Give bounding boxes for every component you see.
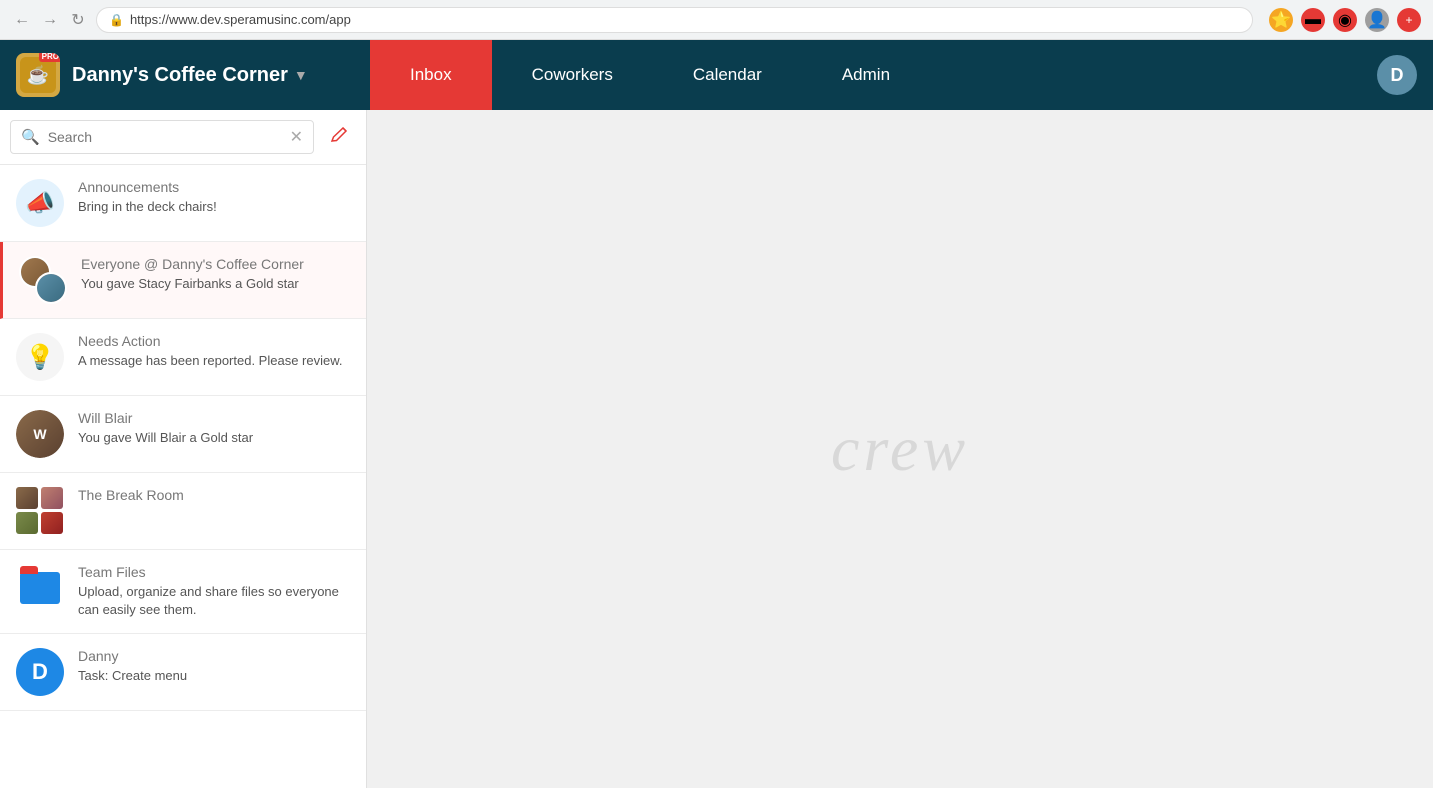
address-bar[interactable]: 🔒 https://www.dev.speramusinc.com/app	[96, 7, 1253, 33]
danny-name: Danny	[78, 648, 350, 664]
announcements-name: Announcements	[78, 179, 350, 195]
everyone-name: Everyone @ Danny's Coffee Corner	[81, 256, 350, 272]
will-blair-preview: You gave Will Blair a Gold star	[78, 429, 350, 447]
inbox-item-danny[interactable]: D Danny Task: Create menu	[0, 634, 366, 711]
browser-action-icons: ⭐ ▬ ◉ 👤 +	[1269, 8, 1421, 32]
back-button[interactable]: ←	[12, 10, 32, 30]
brand-name[interactable]: Danny's Coffee Corner ▼	[72, 64, 308, 87]
qa4	[41, 512, 63, 534]
nav-inbox[interactable]: Inbox	[370, 40, 492, 110]
url-text: https://www.dev.speramusinc.com/app	[130, 12, 351, 27]
ext-icon-3[interactable]: +	[1397, 8, 1421, 32]
needs-action-name: Needs Action	[78, 333, 350, 349]
announcements-avatar: 📣	[16, 179, 64, 227]
ext-icon-1[interactable]: ▬	[1301, 8, 1325, 32]
inbox-item-needs-action[interactable]: 💡 Needs Action A message has been report…	[0, 319, 366, 396]
inbox-item-will-blair[interactable]: W Will Blair You gave Will Blair a Gold …	[0, 396, 366, 473]
nav-calendar[interactable]: Calendar	[653, 40, 802, 110]
will-blair-avatar: W	[16, 410, 64, 458]
main-layout: 🔍 ✕ 📣 Announcements Bring in the deck ch…	[0, 110, 1433, 788]
team-files-preview: Upload, organize and share files so ever…	[78, 583, 350, 619]
user-circle-icon[interactable]: 👤	[1365, 8, 1389, 32]
danny-content: Danny Task: Create menu	[78, 648, 350, 685]
pro-badge: PRO	[39, 53, 60, 62]
app-header: ☕ PRO Danny's Coffee Corner ▼ Inbox Cowo…	[0, 40, 1433, 110]
search-input-wrap[interactable]: 🔍 ✕	[10, 120, 314, 154]
needs-action-preview: A message has been reported. Please revi…	[78, 352, 350, 370]
avatar-2	[35, 272, 67, 304]
brand-dropdown-arrow[interactable]: ▼	[294, 67, 308, 83]
break-room-name: The Break Room	[78, 487, 350, 503]
browser-chrome: ← → ↻ 🔒 https://www.dev.speramusinc.com/…	[0, 0, 1433, 40]
inbox-item-announcements[interactable]: 📣 Announcements Bring in the deck chairs…	[0, 165, 366, 242]
will-blair-name: Will Blair	[78, 410, 350, 426]
inbox-item-team-files[interactable]: Team Files Upload, organize and share fi…	[0, 550, 366, 634]
megaphone-icon: 📣	[25, 189, 55, 218]
qa3	[16, 512, 38, 534]
reload-button[interactable]: ↻	[68, 10, 88, 30]
logo-inner: ☕	[20, 57, 56, 93]
user-avatar[interactable]: D	[1377, 55, 1417, 95]
announcements-content: Announcements Bring in the deck chairs!	[78, 179, 350, 216]
search-input[interactable]	[48, 129, 282, 145]
danny-preview: Task: Create menu	[78, 667, 350, 685]
inbox-item-everyone[interactable]: Everyone @ Danny's Coffee Corner You gav…	[0, 242, 366, 319]
will-blair-content: Will Blair You gave Will Blair a Gold st…	[78, 410, 350, 447]
nav-coworkers[interactable]: Coworkers	[492, 40, 653, 110]
search-icon: 🔍	[21, 128, 40, 146]
search-bar: 🔍 ✕	[0, 110, 366, 165]
brand-section: ☕ PRO Danny's Coffee Corner ▼	[0, 53, 370, 97]
crew-watermark: crew	[831, 412, 969, 486]
nav-admin[interactable]: Admin	[802, 40, 930, 110]
qa2	[41, 487, 63, 509]
break-room-avatar	[16, 487, 64, 535]
compose-button[interactable]	[322, 120, 356, 154]
ext-icon-2[interactable]: ◉	[1333, 8, 1357, 32]
team-files-content: Team Files Upload, organize and share fi…	[78, 564, 350, 619]
sidebar: 🔍 ✕ 📣 Announcements Bring in the deck ch…	[0, 110, 367, 788]
main-nav: Inbox Coworkers Calendar Admin	[370, 40, 1377, 110]
main-content: crew	[367, 110, 1433, 788]
needs-action-avatar: 💡	[16, 333, 64, 381]
inbox-item-break-room[interactable]: The Break Room	[0, 473, 366, 550]
team-files-name: Team Files	[78, 564, 350, 580]
needs-action-content: Needs Action A message has been reported…	[78, 333, 350, 370]
announcements-preview: Bring in the deck chairs!	[78, 198, 350, 216]
everyone-preview: You gave Stacy Fairbanks a Gold star	[81, 275, 350, 293]
lightbulb-icon: 💡	[25, 343, 55, 372]
qa1	[16, 487, 38, 509]
search-clear-icon[interactable]: ✕	[290, 127, 303, 147]
forward-button[interactable]: →	[40, 10, 60, 30]
danny-avatar: D	[16, 648, 64, 696]
bookmark-icon[interactable]: ⭐	[1269, 8, 1293, 32]
everyone-content: Everyone @ Danny's Coffee Corner You gav…	[81, 256, 350, 293]
brand-logo[interactable]: ☕ PRO	[16, 53, 60, 97]
everyone-avatar	[19, 256, 67, 304]
team-files-avatar	[16, 564, 64, 612]
folder-shape	[20, 572, 60, 604]
break-room-content: The Break Room	[78, 487, 350, 506]
lock-icon: 🔒	[109, 13, 124, 27]
